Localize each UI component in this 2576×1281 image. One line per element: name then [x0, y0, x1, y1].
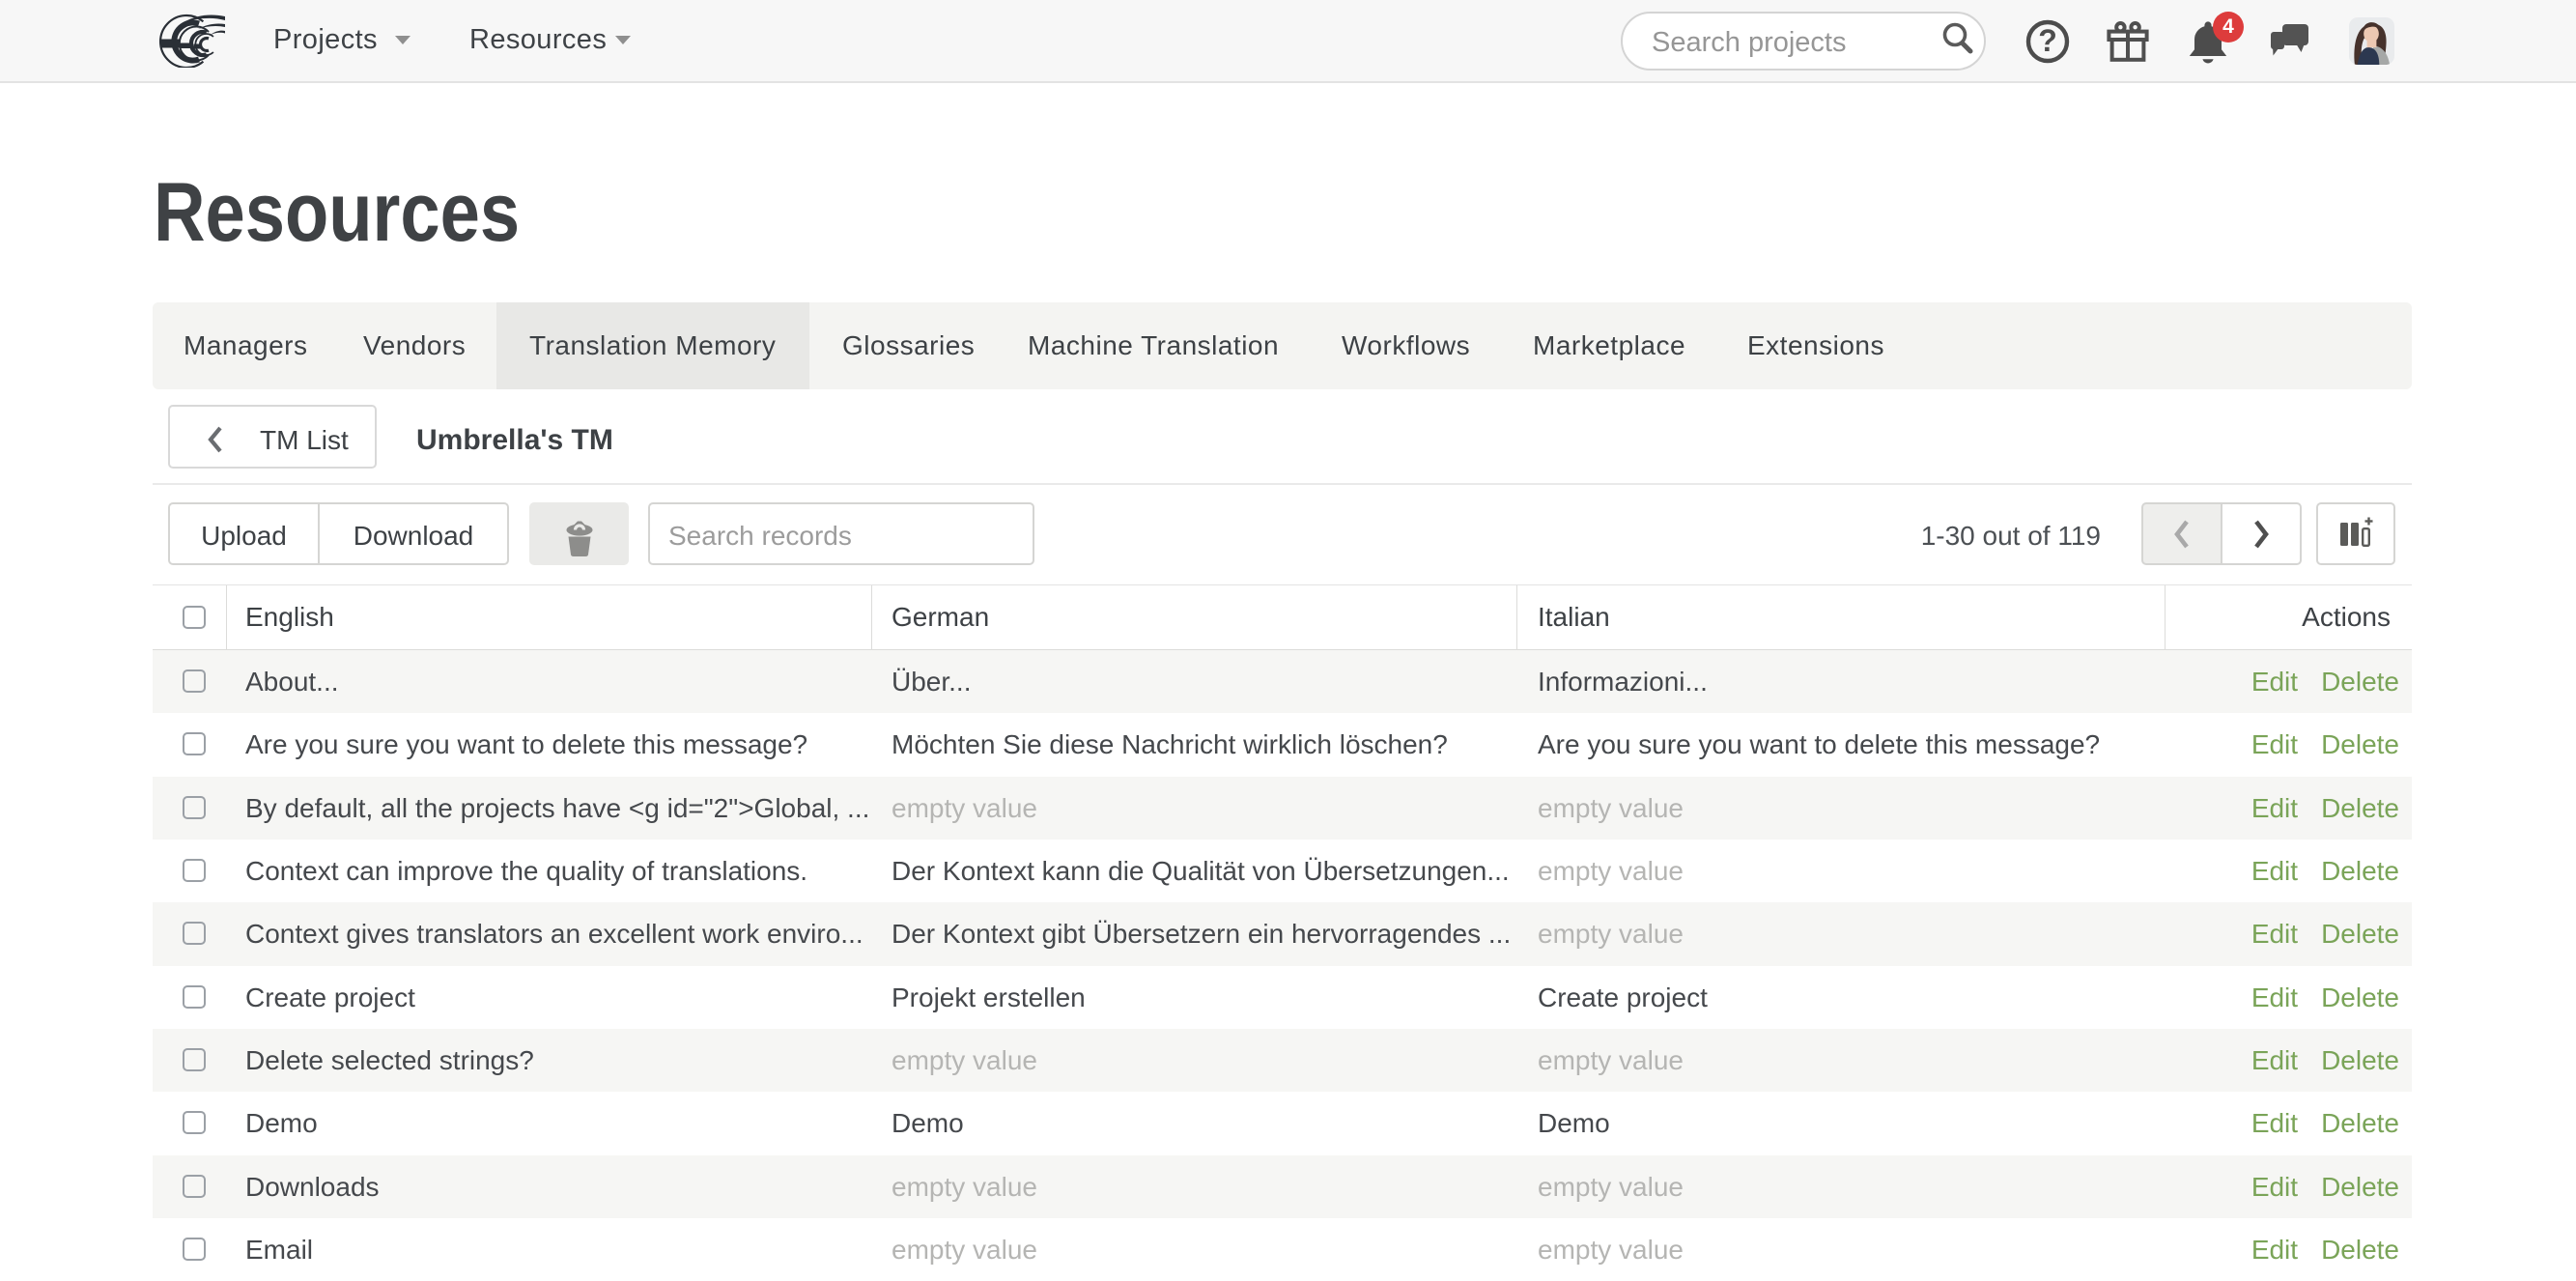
svg-text:?: ?: [2038, 23, 2057, 58]
